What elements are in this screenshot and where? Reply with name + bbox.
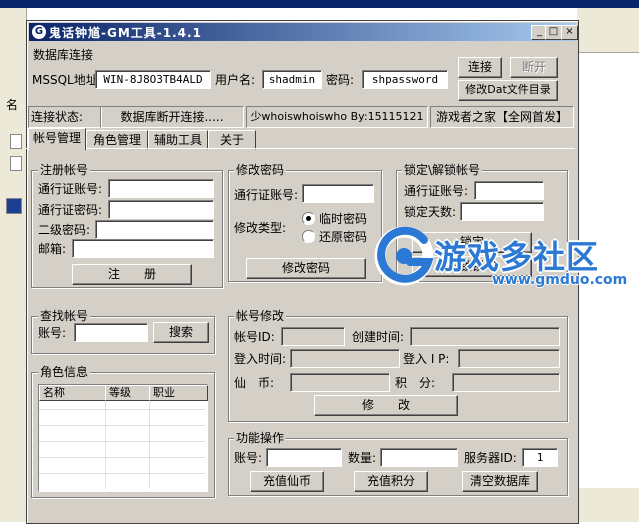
edit-submit-button[interactable]: 修 改: [314, 395, 458, 416]
function-group-label: 功能操作: [234, 431, 287, 445]
status-value: 数据库断开连接.....: [100, 106, 244, 128]
search-group-label: 查找帐号: [38, 309, 91, 323]
reg-account-input[interactable]: [108, 179, 214, 198]
func-server-input[interactable]: 1: [522, 448, 558, 467]
edit-points-input[interactable]: [452, 373, 560, 392]
watermark-logo-icon: [374, 226, 434, 286]
roles-group-label: 角色信息: [38, 365, 91, 379]
func-amount-input[interactable]: [380, 448, 458, 467]
edit-login-time-field: [290, 349, 400, 368]
credit-text: 少whoiswhoiswho By:15115121: [246, 106, 428, 128]
grid-line: [105, 401, 106, 489]
reg-password-input[interactable]: [108, 200, 214, 219]
column-header-class[interactable]: 职业: [149, 385, 208, 401]
register-button[interactable]: 注 册: [72, 264, 192, 285]
background-toolbar: [577, 8, 639, 53]
password-input[interactable]: shpassword: [362, 70, 448, 89]
cp-account-input[interactable]: [302, 184, 374, 203]
grid-line: [39, 425, 205, 426]
connect-button[interactable]: 连接: [458, 57, 502, 78]
tab-about[interactable]: 关于: [208, 130, 256, 150]
edit-coin-input[interactable]: [290, 373, 390, 392]
grid-line: [39, 457, 205, 458]
watermark-url: www.gmduo.com: [492, 272, 628, 288]
column-header-level[interactable]: 等级: [105, 385, 150, 401]
disconnect-button[interactable]: 断开: [510, 57, 558, 78]
clear-database-button[interactable]: 清空数据库: [462, 471, 538, 492]
desktop-strip: [0, 0, 639, 8]
edit-login-ip-label: 登入 I P:: [403, 352, 450, 366]
lock-account-label: 通行证账号:: [404, 184, 469, 198]
reg-second-pwd-input[interactable]: [95, 220, 214, 239]
mssql-label: MSSQL地址:: [32, 73, 102, 87]
func-server-label: 服务器ID:: [464, 451, 517, 465]
register-group-label: 注册帐号: [38, 163, 91, 177]
radio-temp-password[interactable]: [302, 212, 315, 225]
edit-id-label: 帐号ID:: [234, 330, 275, 344]
close-button[interactable]: ×: [561, 25, 578, 40]
title-bar[interactable]: G 鬼话钟馗-GM工具-1.4.1 _ □ ×: [29, 23, 578, 41]
edit-created-field: [410, 327, 560, 346]
file-icon: [10, 134, 22, 149]
change-password-button[interactable]: 修改密码: [246, 258, 366, 279]
search-account-input[interactable]: [74, 323, 148, 342]
cp-type-label: 修改类型:: [234, 221, 287, 235]
username-input[interactable]: shadmin: [262, 70, 322, 89]
recharge-coin-button[interactable]: 充值仙币: [250, 471, 324, 492]
password-label: 密码:: [326, 73, 355, 87]
edit-id-field: [281, 327, 345, 346]
site-text: 游戏者之家【全网首发】: [430, 106, 574, 128]
search-account-label: 账号:: [38, 326, 67, 340]
reg-email-label: 邮箱:: [38, 242, 67, 256]
background-statusbar: [577, 488, 639, 522]
tab-tools[interactable]: 辅助工具: [148, 130, 208, 150]
lock-account-input[interactable]: [474, 181, 544, 200]
search-button[interactable]: 搜索: [153, 322, 209, 343]
edit-points-label: 积 分:: [395, 376, 436, 390]
maximize-button[interactable]: □: [545, 25, 562, 40]
app-icon: [6, 198, 22, 214]
grid-line: [39, 473, 205, 474]
edit-group-label: 帐号修改: [234, 309, 287, 323]
option-temp-label: 临时密码: [319, 212, 368, 226]
reg-second-pwd-label: 二级密码:: [38, 223, 91, 237]
tab-role[interactable]: 角色管理: [86, 130, 148, 150]
radio-restore-password[interactable]: [302, 230, 315, 243]
reg-password-label: 通行证密码:: [38, 203, 103, 217]
reg-account-label: 通行证账号:: [38, 182, 103, 196]
option-restore-label: 还原密码: [319, 230, 368, 244]
tab-account[interactable]: 帐号管理: [28, 128, 86, 150]
edit-login-ip-field: [458, 349, 560, 368]
edit-login-time-label: 登入时间:: [234, 352, 287, 366]
background-column-header: 名: [6, 98, 19, 112]
lock-days-input[interactable]: [460, 202, 544, 221]
tab-panel-edge: [26, 148, 575, 149]
change-pwd-group-label: 修改密码: [234, 163, 287, 177]
background-explorer-pane: 名: [0, 8, 27, 522]
recharge-points-button[interactable]: 充值积分: [354, 471, 428, 492]
reg-email-input[interactable]: [72, 239, 214, 258]
window-title: 鬼话钟馗-GM工具-1.4.1: [49, 26, 202, 40]
lock-days-label: 锁定天数:: [404, 205, 457, 219]
grid-line: [39, 441, 205, 442]
file-icon: [10, 156, 22, 171]
username-label: 用户名:: [215, 73, 256, 87]
grid-line: [149, 401, 150, 489]
roles-list[interactable]: 名称 等级 职业: [38, 384, 208, 492]
func-account-input[interactable]: [266, 448, 342, 467]
mssql-address-input[interactable]: WIN-8J8O3TB4ALD: [95, 70, 211, 89]
status-label: 连接状态:: [28, 106, 102, 128]
func-account-label: 账号:: [234, 451, 263, 465]
column-header-name[interactable]: 名称: [39, 385, 106, 401]
watermark: 游戏多社区 www.gmduo.com: [374, 226, 636, 294]
edit-coin-label: 仙 币:: [234, 376, 275, 390]
app-logo-icon: G: [32, 25, 46, 39]
func-amount-label: 数量:: [348, 451, 377, 465]
cp-account-label: 通行证账号:: [234, 188, 299, 202]
edit-dat-dir-button[interactable]: 修改Dat文件目录: [458, 80, 558, 101]
grid-line: [39, 409, 205, 410]
edit-created-label: 创建时间:: [352, 330, 405, 344]
lock-group-label: 锁定\解锁帐号: [402, 163, 483, 177]
db-group-label: 数据库连接: [31, 48, 96, 62]
